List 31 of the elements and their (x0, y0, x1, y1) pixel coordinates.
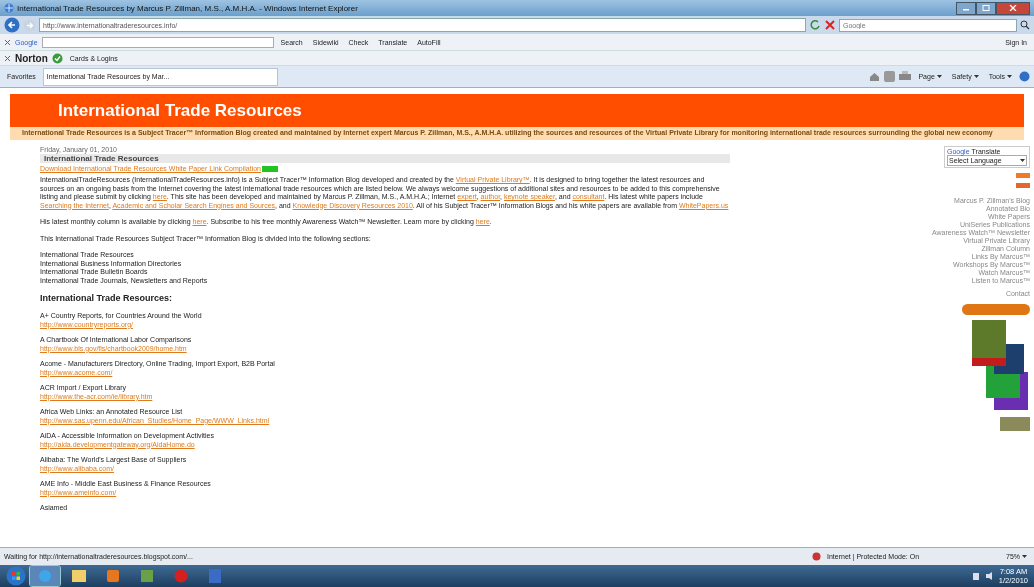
banner-button[interactable] (962, 304, 1030, 315)
caret-icon (1022, 555, 1027, 558)
post-title: International Trade Resources (40, 154, 730, 163)
book-drawing (1000, 417, 1030, 431)
speaker-icon[interactable] (984, 571, 995, 581)
caret-icon (936, 75, 942, 78)
home-icon[interactable] (869, 71, 881, 82)
close-button[interactable] (996, 1, 1030, 15)
badge-icon (262, 165, 278, 172)
refresh-icon[interactable] (809, 19, 821, 31)
window-title: International Trade Resources by Marcus P. Zillman, M.S., A.M.H.A. - Windows Internet Explorer (17, 3, 359, 13)
close-icon[interactable] (4, 38, 11, 46)
close-icon (1009, 5, 1017, 11)
caret-icon (1007, 75, 1012, 78)
back-icon[interactable] (4, 17, 20, 33)
maximize-icon (982, 5, 990, 11)
google-search-field[interactable] (41, 36, 274, 48)
maximize-button[interactable] (976, 1, 996, 15)
start-button-icon[interactable] (6, 566, 26, 586)
section-heading: International Trade Resources: (40, 293, 174, 303)
caret-icon (1020, 159, 1025, 162)
search-icon[interactable] (1020, 20, 1030, 30)
blog-title: International Trade Resources (58, 100, 302, 121)
close-icon[interactable] (4, 54, 11, 62)
globe-icon (4, 3, 14, 13)
printer-icon[interactable] (899, 71, 912, 82)
checkmark-icon[interactable] (51, 52, 63, 64)
minimize-button[interactable] (956, 1, 976, 15)
toolbar-label: Norton (15, 52, 48, 64)
caret-icon (973, 75, 979, 78)
close-icon[interactable] (824, 19, 836, 31)
